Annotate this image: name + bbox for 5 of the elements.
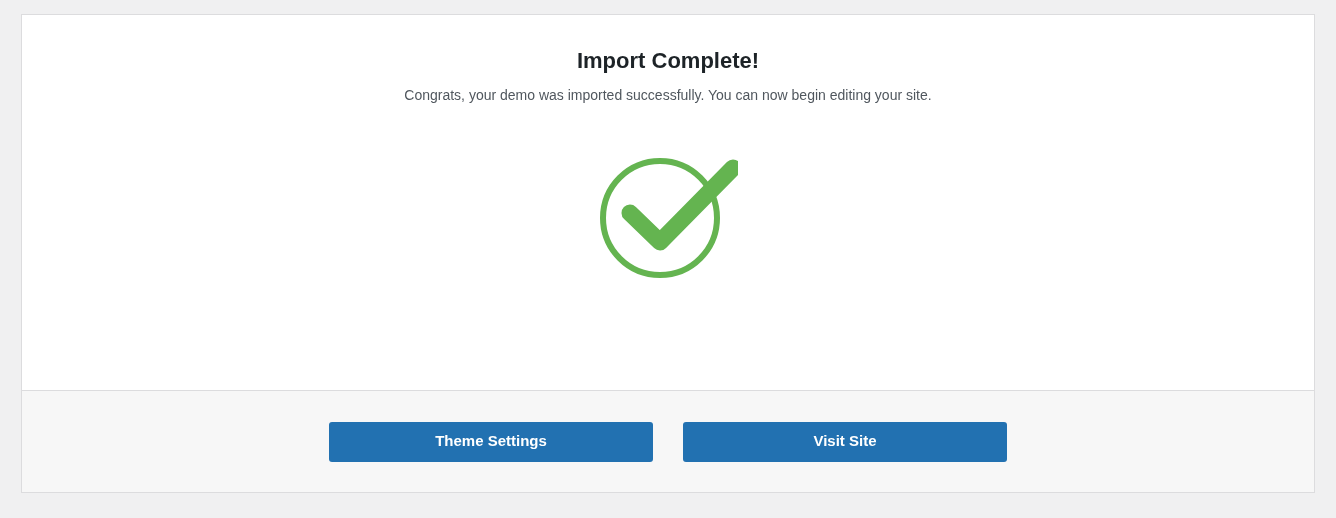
message: Congrats, your demo was imported successfully. You can now begin editing your site. bbox=[404, 86, 932, 105]
checkmark-icon bbox=[598, 158, 738, 280]
action-button[interactable]: Theme Settings bbox=[329, 421, 653, 462]
title: Import Complete! bbox=[576, 47, 760, 75]
action-button[interactable]: Visit Site bbox=[683, 421, 1007, 462]
